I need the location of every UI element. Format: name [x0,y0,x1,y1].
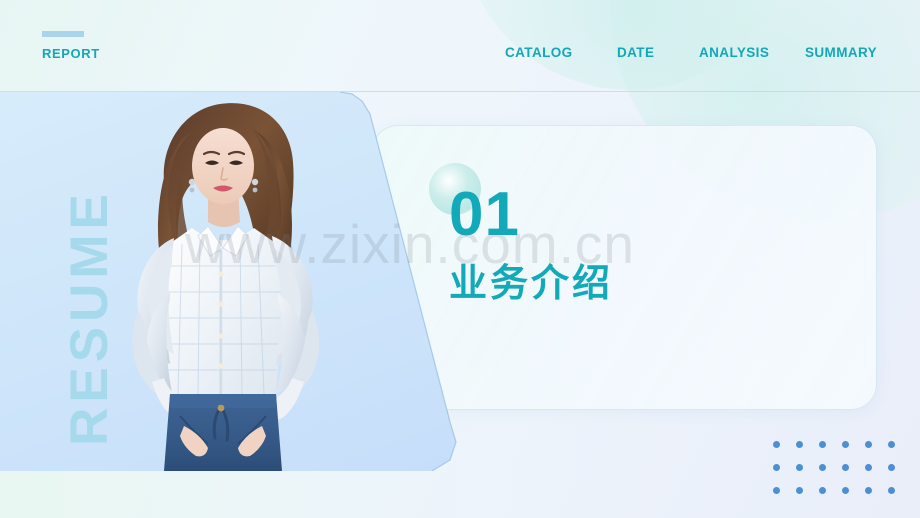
grid-dot [865,487,872,494]
grid-dot [796,441,803,448]
grid-dot [888,487,895,494]
nav-item-analysis[interactable]: ANALYSIS [699,43,805,63]
grid-dot [842,441,849,448]
grid-dot [773,441,780,448]
grid-dot [819,487,826,494]
grid-dot [842,487,849,494]
person-illustration [132,103,320,471]
brand-accent-bar [42,31,84,37]
grid-dot [842,464,849,471]
grid-dot [865,464,872,471]
grid-dot [773,487,780,494]
section-number: 01 [449,180,520,249]
dot-grid-decoration [773,441,911,510]
brand-label: REPORT [42,46,100,61]
person-photo [108,96,348,471]
brand-block: REPORT [42,31,100,61]
slide-header: REPORT CATALOG DATE ANALYSIS SUMMARY [0,0,920,92]
grid-dot [888,441,895,448]
header-divider [0,91,920,92]
nav-item-catalog[interactable]: CATALOG [505,43,617,63]
grid-dot [796,487,803,494]
nav-item-date[interactable]: DATE [617,43,699,63]
grid-dot [888,464,895,471]
presentation-slide: REPORT CATALOG DATE ANALYSIS SUMMARY RES… [0,0,920,518]
grid-dot [819,464,826,471]
grid-dot [819,441,826,448]
grid-dot [773,464,780,471]
top-navigation[interactable]: CATALOG DATE ANALYSIS SUMMARY [505,43,905,63]
section-title: 业务介绍 [449,261,614,305]
nav-item-summary[interactable]: SUMMARY [805,43,877,63]
grid-dot [796,464,803,471]
grid-dot [865,441,872,448]
